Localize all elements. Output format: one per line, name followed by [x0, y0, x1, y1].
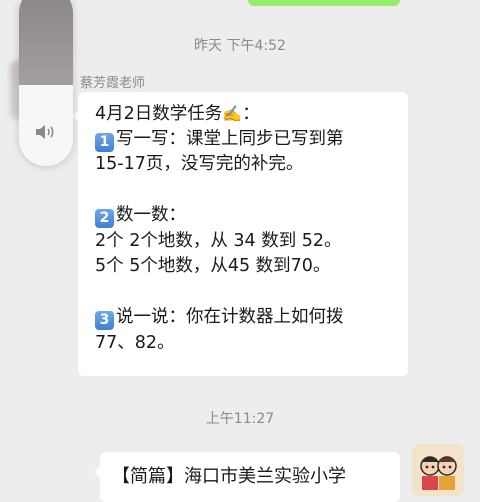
writing-hand-icon: ✍️	[222, 104, 243, 123]
message-line: 3 说一说：你在计数器上如何拨	[95, 305, 400, 331]
message-line: 15-17页，没写完的补完。	[95, 152, 400, 178]
message-text: 4月2日数学任务✍️： 1 写一写：课堂上同步已写到第 15-17页，没写完的补完…	[95, 101, 400, 356]
message-line: 2个 2个地数，从 34 数到 52。	[95, 229, 400, 255]
task-item-text: 15-17页，没写完的补完。	[95, 154, 304, 174]
sender-avatar[interactable]	[412, 444, 464, 496]
cartoon-avatar-icon	[412, 444, 464, 496]
keycap-2-icon: 2	[95, 209, 114, 228]
task-item-text: 说一说：你在计数器上如何拨	[116, 307, 344, 327]
speaker-icon	[36, 125, 54, 139]
task-title: 4月2日数学任务	[95, 104, 223, 124]
volume-slider[interactable]	[19, 0, 73, 166]
message-line: 4月2日数学任务✍️：	[95, 101, 400, 127]
task-item-text: 77、82。	[95, 332, 175, 353]
task-item-text: 写一写：课堂上同步已写到第	[116, 128, 344, 149]
task-item-text: 数一数：	[116, 205, 186, 225]
timestamp: 上午11:27	[205, 411, 275, 427]
keycap-3-icon: 3	[95, 311, 114, 330]
task-item-text: 2个 2个地数，从 34 数到 52。	[95, 230, 342, 251]
message-bubble-tail	[72, 110, 79, 122]
own-message-bubble[interactable]	[248, 0, 400, 6]
keycap-1-icon: 1	[95, 132, 114, 152]
colon: ：	[242, 104, 260, 124]
sender-name: 蔡芳霞老师	[80, 76, 146, 91]
message-line: 2 数一数：	[95, 203, 400, 229]
message-line: 1 写一写：课堂上同步已写到第	[95, 127, 400, 153]
volume-slider-empty	[19, 0, 73, 85]
message-bubble-tail	[94, 466, 101, 478]
task-item-text: 5个 5个地数，从45 数到70。	[95, 256, 331, 276]
message-line: 77、82。	[95, 331, 400, 357]
message-line: 5个 5个地数，从45 数到70。	[95, 254, 400, 280]
shared-article-title: 【简篇】海口市美兰实验小学	[112, 466, 346, 487]
